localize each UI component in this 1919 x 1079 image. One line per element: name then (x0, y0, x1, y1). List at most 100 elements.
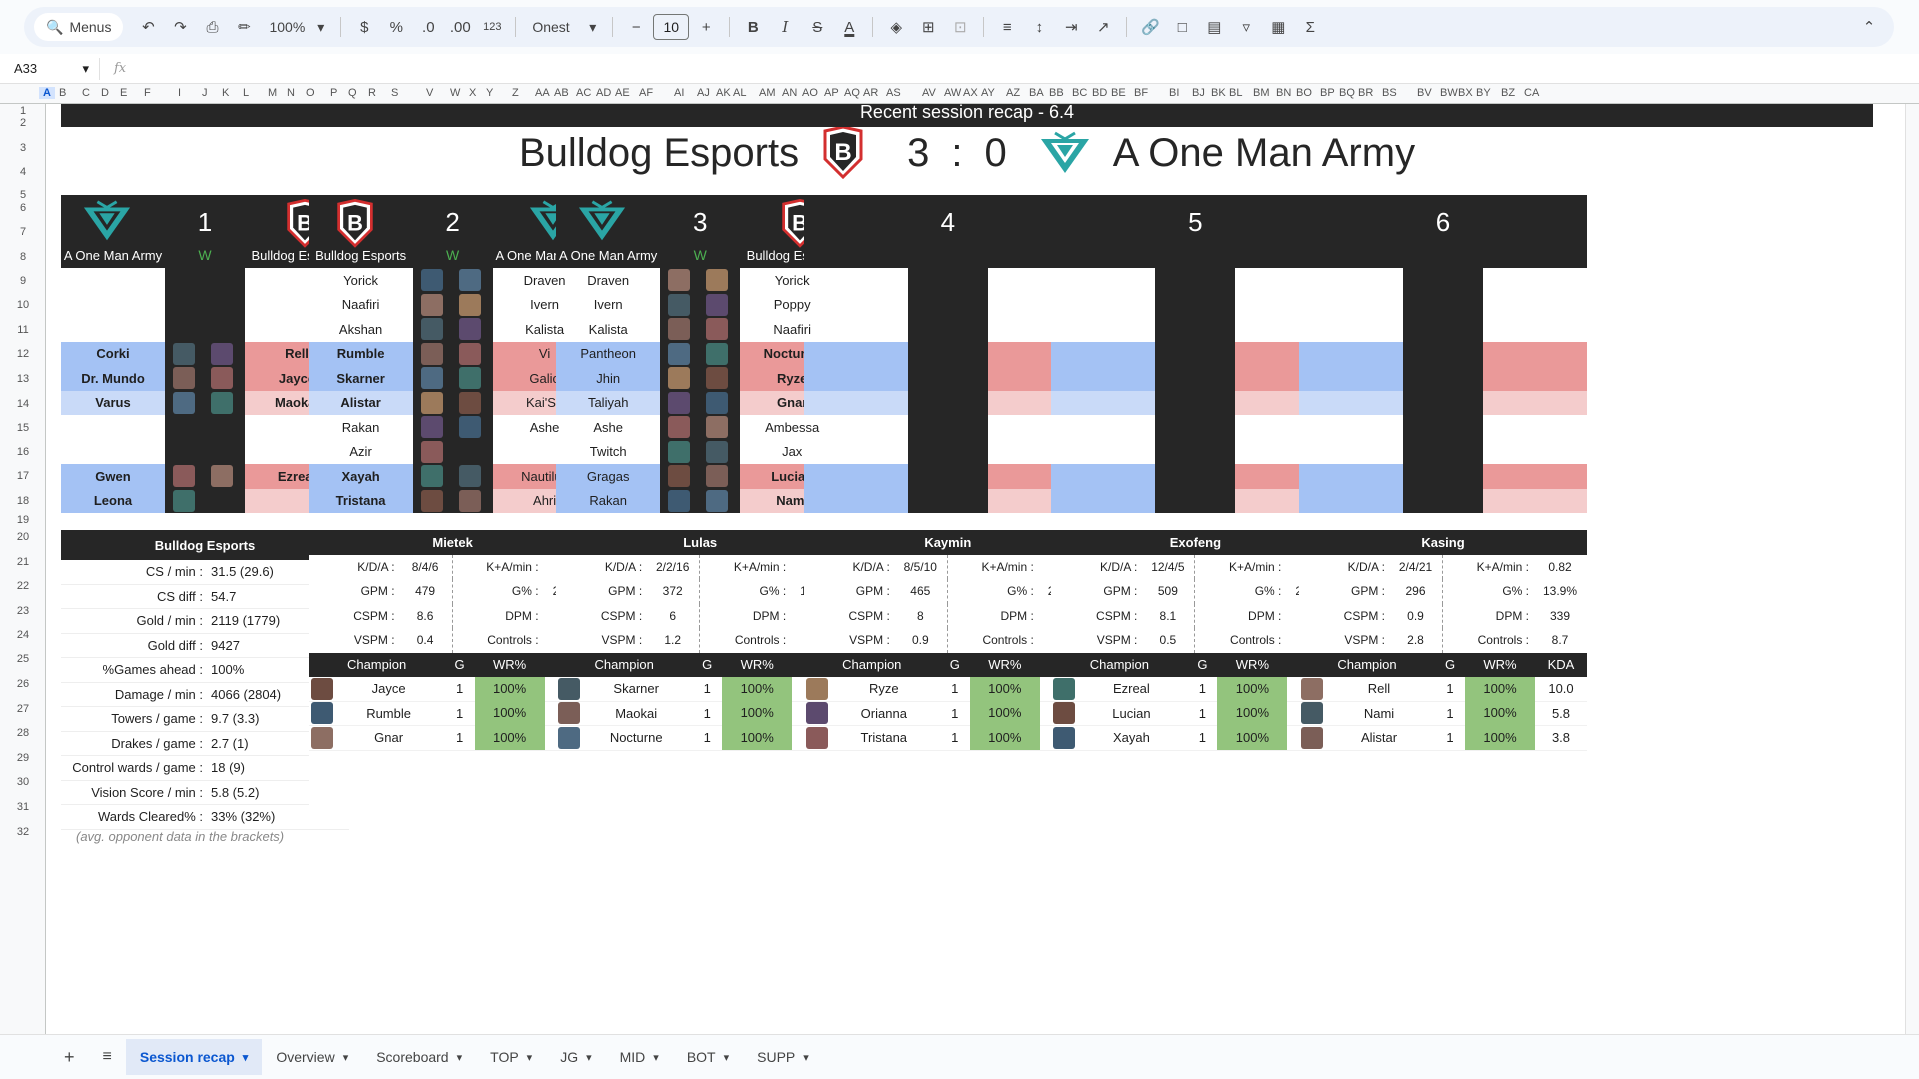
column-header[interactable]: AM (759, 87, 776, 99)
collapse-toolbar-icon[interactable]: ⌃ (1854, 12, 1884, 42)
borders-icon[interactable]: ⊞ (913, 12, 943, 42)
column-header[interactable]: BR (1358, 87, 1373, 99)
column-header[interactable]: AF (639, 87, 653, 99)
column-header[interactable]: R (368, 87, 376, 99)
zoom-select[interactable]: 100% ▾ (261, 12, 332, 42)
row-header[interactable]: 18 (0, 495, 46, 507)
link-icon[interactable]: 🔗 (1135, 12, 1165, 42)
number-format-button[interactable]: 123 (477, 12, 507, 42)
fill-color-icon[interactable]: ◈ (881, 12, 911, 42)
name-box[interactable]: A33 ▾ (0, 57, 100, 80)
column-header[interactable]: BI (1169, 87, 1179, 99)
chart-icon[interactable]: ▤ (1199, 12, 1229, 42)
column-header[interactable]: W (450, 87, 460, 99)
column-header[interactable]: A (39, 87, 55, 99)
column-header[interactable]: AL (733, 87, 746, 99)
text-rotation-icon[interactable]: ↗ (1088, 12, 1118, 42)
row-header[interactable]: 15 (0, 422, 46, 434)
column-header[interactable]: AK (716, 87, 731, 99)
redo-icon[interactable]: ↷ (165, 12, 195, 42)
column-header[interactable]: P (330, 87, 337, 99)
column-header[interactable]: AQ (844, 87, 860, 99)
column-header[interactable]: BQ (1339, 87, 1355, 99)
column-header[interactable]: BO (1296, 87, 1312, 99)
row-header[interactable]: 23 (0, 605, 46, 617)
column-header[interactable]: BC (1072, 87, 1087, 99)
column-header[interactable]: AD (596, 87, 611, 99)
sheet-grid[interactable]: Recent session recap - 6.4 Bulldog Espor… (46, 104, 1919, 1034)
row-header[interactable]: 20 (0, 531, 46, 543)
column-header[interactable]: Y (486, 87, 493, 99)
column-header[interactable]: BK (1211, 87, 1226, 99)
undo-icon[interactable]: ↶ (133, 12, 163, 42)
column-header[interactable]: V (426, 87, 433, 99)
column-header[interactable]: BX (1458, 87, 1473, 99)
column-header[interactable]: Q (348, 87, 357, 99)
text-wrap-icon[interactable]: ⇥ (1056, 12, 1086, 42)
tab-mid[interactable]: MID ▾ (606, 1039, 673, 1075)
row-header[interactable]: 32 (0, 826, 46, 838)
column-header[interactable]: X (469, 87, 476, 99)
filter-icon[interactable]: ▿ (1231, 12, 1261, 42)
functions-icon[interactable]: Σ (1295, 12, 1325, 42)
row-header[interactable]: 25 (0, 653, 46, 665)
row-header[interactable]: 8 (0, 251, 46, 263)
row-header[interactable]: 31 (0, 801, 46, 813)
text-color-button[interactable]: A (834, 12, 864, 42)
row-header[interactable]: 14 (0, 398, 46, 410)
filter-views-icon[interactable]: ▦ (1263, 12, 1293, 42)
row-header[interactable]: 11 (0, 324, 46, 336)
column-header[interactable]: AJ (697, 87, 710, 99)
column-header[interactable]: AB (554, 87, 569, 99)
column-header[interactable]: L (243, 87, 249, 99)
column-header[interactable]: BN (1276, 87, 1291, 99)
column-header[interactable]: AI (674, 87, 684, 99)
row-header[interactable]: 24 (0, 629, 46, 641)
row-header[interactable]: 7 (0, 226, 46, 238)
tab-bot[interactable]: BOT ▾ (673, 1039, 743, 1075)
row-header[interactable]: 5 (0, 189, 46, 201)
column-header[interactable]: BS (1382, 87, 1397, 99)
column-header[interactable]: BL (1229, 87, 1242, 99)
row-header[interactable]: 13 (0, 373, 46, 385)
column-header[interactable]: S (391, 87, 398, 99)
column-header[interactable]: CA (1524, 87, 1539, 99)
column-header[interactable]: B (59, 87, 66, 99)
column-header[interactable]: BV (1417, 87, 1432, 99)
column-header[interactable]: AP (824, 87, 839, 99)
row-header[interactable]: 22 (0, 580, 46, 592)
tab-supp[interactable]: SUPP ▾ (743, 1039, 823, 1075)
row-header[interactable]: 26 (0, 678, 46, 690)
column-header[interactable]: BE (1111, 87, 1126, 99)
increase-decimal-button[interactable]: .00 (445, 12, 475, 42)
merge-cells-icon[interactable]: ⊡ (945, 12, 975, 42)
row-header[interactable]: 1 (0, 105, 46, 117)
comment-icon[interactable]: □ (1167, 12, 1197, 42)
column-header[interactable]: C (82, 87, 90, 99)
column-header[interactable]: AA (535, 87, 550, 99)
row-header[interactable]: 4 (0, 166, 46, 178)
row-header[interactable]: 6 (0, 202, 46, 214)
align-vertical-icon[interactable]: ↕ (1024, 12, 1054, 42)
font-size-decrease-icon[interactable]: − (621, 12, 651, 42)
column-header[interactable]: BP (1320, 87, 1335, 99)
column-header[interactable]: AX (963, 87, 978, 99)
column-header[interactable]: BZ (1501, 87, 1515, 99)
column-header[interactable]: D (101, 87, 109, 99)
all-sheets-icon[interactable]: ≡ (89, 1039, 126, 1075)
tab-top[interactable]: TOP ▾ (476, 1039, 546, 1075)
column-header[interactable]: AY (981, 87, 995, 99)
column-header[interactable]: AZ (1006, 87, 1020, 99)
column-header[interactable]: AN (782, 87, 797, 99)
row-header[interactable]: 16 (0, 446, 46, 458)
column-header[interactable]: Z (512, 87, 519, 99)
vertical-scrollbar[interactable] (1905, 104, 1919, 1034)
column-header[interactable]: AE (615, 87, 630, 99)
column-header[interactable]: AV (922, 87, 936, 99)
font-size-increase-icon[interactable]: + (691, 12, 721, 42)
currency-button[interactable]: $ (349, 12, 379, 42)
strikethrough-button[interactable]: S (802, 12, 832, 42)
bold-button[interactable]: B (738, 12, 768, 42)
column-header[interactable]: AR (863, 87, 878, 99)
tab-scoreboard[interactable]: Scoreboard ▾ (362, 1039, 476, 1075)
